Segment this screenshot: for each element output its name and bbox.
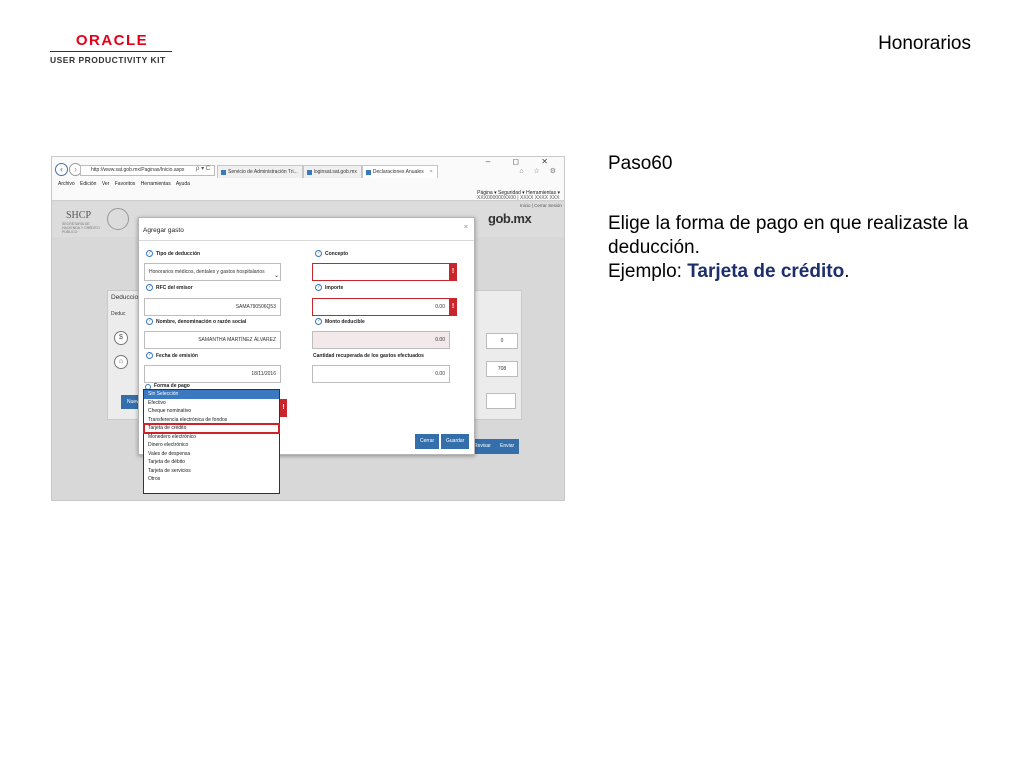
back-arrow-icon[interactable]: ‹: [55, 163, 68, 176]
example-prefix: Ejemplo:: [608, 261, 688, 282]
importe-field[interactable]: 0.00: [312, 298, 450, 316]
example-suffix: .: [844, 261, 850, 282]
instruction-line: Elige la forma de pago en que realizaste…: [608, 213, 969, 258]
help-icon[interactable]: ?: [146, 250, 153, 257]
logo-divider: [50, 51, 172, 52]
cantidad-recuperada-field[interactable]: 0.00: [312, 365, 450, 383]
help-icon[interactable]: ?: [146, 352, 153, 359]
step-label: Paso60: [608, 153, 673, 174]
help-icon[interactable]: ?: [315, 250, 322, 257]
rfc-emisor-field[interactable]: SAMA790506Q53: [144, 298, 281, 316]
help-icon[interactable]: ?: [146, 318, 153, 325]
deduction-type-icon: $: [114, 331, 128, 345]
forma-pago-option[interactable]: Dinero electrónico: [144, 441, 279, 450]
forma-pago-option[interactable]: Otros: [144, 475, 279, 484]
help-icon[interactable]: ?: [146, 284, 153, 291]
shcp-logo: SHCP: [66, 210, 92, 221]
national-seal-icon: [107, 208, 129, 230]
tipo-deduccion-select[interactable]: Honorarios médicos, dentales y gastos ho…: [144, 263, 281, 281]
error-alert-icon: !: [449, 298, 457, 316]
empty-box: [486, 393, 516, 409]
tab-label: Declaraciones Anuales: [372, 169, 424, 175]
help-icon[interactable]: ?: [315, 284, 322, 291]
tipo-deduccion-value: Honorarios médicos, dentales y gastos ho…: [149, 269, 265, 275]
oracle-wordmark: ORACLE: [75, 32, 149, 49]
forma-pago-option[interactable]: Vales de despensa: [144, 450, 279, 459]
enviar-button[interactable]: Enviar: [495, 439, 520, 454]
value-box: 0: [486, 333, 518, 349]
cantidad-recuperada-label: Cantidad recuperada de los gastos efectu…: [313, 353, 424, 359]
shcp-subtitle: SECRETARÍA DE HACIENDA Y CRÉDITO PÚBLICO: [62, 222, 100, 234]
forma-pago-option[interactable]: Sin Selección: [144, 390, 279, 399]
nombre-label: Nombre, denominación o razón social: [156, 319, 247, 325]
tipo-deduccion-label: Tipo de deducción: [156, 251, 201, 257]
fecha-emision-field[interactable]: 18/11/2016: [144, 365, 281, 383]
fecha-emision-label: Fecha de emisión: [156, 353, 198, 359]
error-alert-icon: !: [449, 263, 457, 281]
tab-label: Servicio de Administración Tri...: [228, 169, 298, 175]
home-star-gear-icons[interactable]: ⌂ ☆ ⚙: [519, 167, 560, 175]
modal-title: Agregar gasto: [143, 227, 184, 234]
concepto-label: Concepto: [325, 251, 349, 257]
concepto-field[interactable]: [312, 263, 450, 281]
tab-declaraciones[interactable]: Declaraciones Anuales ×: [361, 165, 438, 178]
upk-wordmark: USER PRODUCTIVITY KIT: [50, 55, 166, 65]
forma-pago-option[interactable]: Cheque nominativo: [144, 407, 279, 416]
chevron-down-icon: ⌄: [273, 273, 279, 279]
forma-pago-option[interactable]: Tarjeta de débito: [144, 458, 279, 467]
close-tab-icon[interactable]: ×: [430, 169, 433, 175]
oracle-upk-logo: ORACLE USER PRODUCTIVITY KIT: [50, 32, 175, 65]
monto-deducible-field: 0.00: [312, 331, 450, 349]
gobmx-logo: gob.mx: [488, 211, 532, 226]
value-box: 708: [486, 361, 518, 377]
guardar-button[interactable]: Guardar: [441, 434, 470, 449]
example-value: Tarjeta de crédito: [687, 261, 845, 282]
forma-pago-option[interactable]: Efectivo: [144, 399, 279, 408]
forma-pago-dropdown[interactable]: Sin Selección Efectivo Cheque nominativo Tr…: [143, 389, 280, 494]
help-icon[interactable]: ?: [315, 318, 322, 325]
rfc-emisor-label: RFC del emisor: [156, 285, 193, 291]
forma-pago-option[interactable]: Tarjeta de crédito: [143, 423, 280, 434]
importe-label: Importe: [325, 285, 344, 291]
modal-divider: [139, 240, 474, 241]
address-bar[interactable]: http://www.sat.gob.mx/Paginas/Inicio.asp…: [80, 165, 215, 176]
document-title: Honorarios: [878, 33, 971, 54]
nombre-field[interactable]: SAMANTHA MARTÍNEZ ÁLVAREZ: [144, 331, 281, 349]
instruction-text: Elige la forma de pago en que realizaste…: [608, 212, 988, 284]
forma-pago-option[interactable]: Monedero electrónico: [144, 433, 279, 442]
monto-deducible-label: Monto deducible: [325, 319, 365, 325]
close-icon[interactable]: ×: [464, 224, 468, 231]
window-controls[interactable]: – ◻ ✕: [486, 157, 558, 166]
cerrar-button[interactable]: Cerrar: [415, 434, 440, 449]
panel-item: Deduc: [111, 311, 126, 317]
search-refresh-icon[interactable]: ρ ▾ C: [196, 165, 210, 172]
session-links[interactable]: Inicio | Cerrar Sesión: [520, 203, 562, 208]
hospital-icon: ⌂: [114, 355, 128, 369]
browser-tabs: Servicio de Administración Tri... logins…: [217, 165, 438, 178]
forma-pago-option[interactable]: Transferencia electrónica de fondos: [144, 416, 279, 425]
forma-pago-option[interactable]: Tarjeta de servicios: [144, 467, 279, 476]
browser-menu-bar[interactable]: Archivo Edición Ver Favoritos Herramient…: [58, 181, 190, 187]
tab-sat[interactable]: Servicio de Administración Tri...: [217, 165, 303, 178]
screenshot-frame: – ◻ ✕ ‹ › http://www.sat.gob.mx/Paginas/…: [51, 156, 565, 501]
user-rfc: XXX000000XX00 | XXXX XXXX XXX: [477, 195, 560, 201]
tab-label: loginsat.sat.gob.mx: [313, 169, 357, 175]
tab-login[interactable]: loginsat.sat.gob.mx: [302, 165, 362, 178]
error-alert-icon: !: [280, 399, 287, 417]
